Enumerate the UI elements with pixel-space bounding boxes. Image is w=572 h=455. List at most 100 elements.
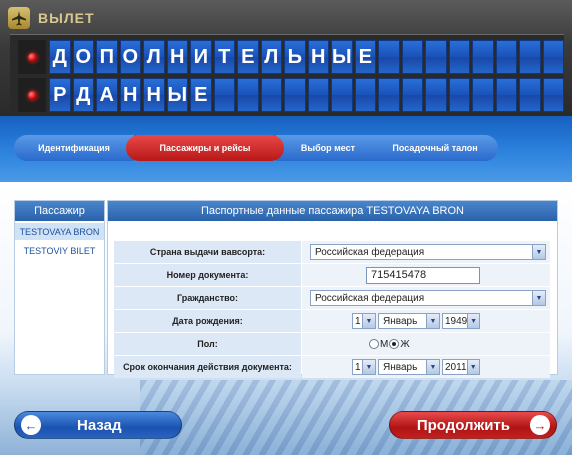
passport-panel-header: Паспортные данные пассажира TESTOVAYA BR…: [108, 201, 557, 221]
lamp-cell: [18, 40, 46, 74]
birth-year-value: 1949: [445, 315, 468, 327]
passenger-item[interactable]: TESTOVAYA BRON: [15, 223, 104, 240]
birth-month-value: Январь: [383, 315, 418, 327]
expiry-day-value: 1: [355, 361, 361, 373]
board-cell: Ь: [284, 40, 306, 74]
board-cell: А: [96, 78, 118, 112]
gender-female-label: Ж: [400, 338, 410, 350]
plane-icon: [8, 7, 30, 29]
board-cell: [378, 78, 400, 112]
board-cell: [401, 78, 423, 112]
citizenship-select-value: Российская федерация: [315, 292, 425, 304]
expiry-day-select[interactable]: 1 ▼: [352, 359, 376, 375]
board-cell: Ы: [331, 40, 353, 74]
step-seat-selection[interactable]: Выбор мест: [276, 135, 380, 161]
board-cell: [354, 78, 376, 112]
board-cell: [331, 78, 353, 112]
form-row-gender: Пол: М Ж: [114, 333, 550, 355]
board-cell: [519, 78, 541, 112]
form-row-expiry: Срок окончания действия документа: 1 ▼ Я…: [114, 356, 550, 378]
expiry-month-value: Январь: [383, 361, 418, 373]
birth-day-select[interactable]: 1 ▼: [352, 313, 376, 329]
board-title-label: ВЫЛЕТ: [38, 10, 95, 26]
arrow-right-icon: →: [530, 415, 550, 435]
board-cell: [213, 78, 235, 112]
board-row-2: РДАННЫЕ: [18, 78, 564, 112]
board-cell: Д: [72, 78, 94, 112]
expiry-label: Срок окончания действия документа:: [114, 356, 301, 378]
passport-panel: Паспортные данные пассажира TESTOVAYA BR…: [107, 200, 558, 378]
birth-year-select[interactable]: 1949 ▼: [442, 313, 480, 329]
board-cell: Л: [260, 40, 282, 74]
board-cell: Р: [49, 78, 71, 112]
birth-month-select[interactable]: Январь ▼: [378, 313, 440, 329]
red-lamp-icon: [27, 90, 37, 100]
step-passengers-flights[interactable]: Пассажиры и рейсы: [126, 135, 284, 161]
board-cell: Е: [354, 40, 376, 74]
chevron-down-icon[interactable]: ▼: [532, 245, 545, 259]
board-cell: [448, 78, 470, 112]
back-button[interactable]: ← Назад: [14, 411, 182, 439]
board-cell: Д: [49, 40, 71, 74]
continue-button[interactable]: Продолжить →: [389, 411, 557, 439]
document-number-input[interactable]: [366, 266, 480, 284]
board-cell: Е: [237, 40, 259, 74]
expiry-year-value: 2011: [445, 361, 467, 373]
arrow-left-icon: ←: [21, 415, 41, 435]
board-cell: [260, 78, 282, 112]
lamp-cell: [18, 78, 46, 112]
board-cells-row-1: ДОПОЛНИТЕЛЬНЫЕ: [49, 40, 564, 74]
step-nav-band: Идентификация Пассажиры и рейсы Выбор ме…: [0, 116, 572, 182]
birth-day-value: 1: [355, 315, 361, 327]
gender-label: Пол:: [114, 333, 301, 355]
chevron-down-icon[interactable]: ▼: [426, 314, 439, 328]
country-label: Страна выдачи вавсорта:: [114, 241, 301, 263]
chevron-down-icon[interactable]: ▼: [362, 314, 375, 328]
passport-form: Страна выдачи вавсорта: Российская федер…: [114, 241, 550, 379]
board-cell: [284, 78, 306, 112]
chevron-down-icon[interactable]: ▼: [426, 360, 439, 374]
board-cell: И: [190, 40, 212, 74]
board-cell: [378, 40, 400, 74]
citizenship-select[interactable]: Российская федерация ▼: [310, 290, 546, 306]
board-frame: ДОПОЛНИТЕЛЬНЫЕ РДАННЫЕ: [10, 34, 564, 114]
step-boarding-pass[interactable]: Посадочный талон: [372, 135, 498, 161]
board-cell: [495, 78, 517, 112]
back-button-label: Назад: [77, 416, 122, 434]
gender-female-radio[interactable]: [389, 339, 400, 349]
step-nav: Идентификация Пассажиры и рейсы Выбор ме…: [14, 135, 498, 161]
board-cell: [425, 40, 447, 74]
board-cell: Н: [166, 40, 188, 74]
chevron-down-icon[interactable]: ▼: [362, 360, 375, 374]
citizenship-label: Гражданство:: [114, 287, 301, 309]
board-cell: Н: [307, 40, 329, 74]
birth-date-label: Дата рождения:: [114, 310, 301, 332]
board-cell: Л: [143, 40, 165, 74]
board-cell: [519, 40, 541, 74]
chevron-down-icon[interactable]: ▼: [532, 291, 545, 305]
board-row-1: ДОПОЛНИТЕЛЬНЫЕ: [18, 40, 564, 74]
board-cell: [472, 40, 494, 74]
expiry-month-select[interactable]: Январь ▼: [378, 359, 440, 375]
form-row-birth: Дата рождения: 1 ▼ Январь ▼ 1949 ▼: [114, 310, 550, 332]
passenger-list-panel: Пассажир TESTOVAYA BRON TESTOVIY BILET: [14, 200, 105, 375]
passenger-list-header: Пассажир: [15, 201, 104, 221]
board-cell: О: [72, 40, 94, 74]
country-select[interactable]: Российская федерация ▼: [310, 244, 546, 260]
chevron-down-icon[interactable]: ▼: [467, 314, 479, 328]
gender-male-radio[interactable]: [369, 339, 379, 349]
board-cell: Е: [190, 78, 212, 112]
gender-radio-group: М Ж: [369, 339, 410, 350]
form-row-docnum: Номер документа:: [114, 264, 550, 286]
continue-button-label: Продолжить: [416, 416, 510, 434]
board-cell: Н: [143, 78, 165, 112]
departure-board: ВЫЛЕТ ДОПОЛНИТЕЛЬНЫЕ РДАННЫЕ: [0, 0, 572, 116]
board-cell: Т: [213, 40, 235, 74]
chevron-down-icon[interactable]: ▼: [466, 360, 479, 374]
expiry-year-select[interactable]: 2011 ▼: [442, 359, 480, 375]
board-cell: [307, 78, 329, 112]
board-cell: О: [119, 40, 141, 74]
step-identification[interactable]: Идентификация: [14, 135, 134, 161]
passenger-item[interactable]: TESTOVIY BILET: [15, 242, 104, 259]
board-cell: П: [96, 40, 118, 74]
